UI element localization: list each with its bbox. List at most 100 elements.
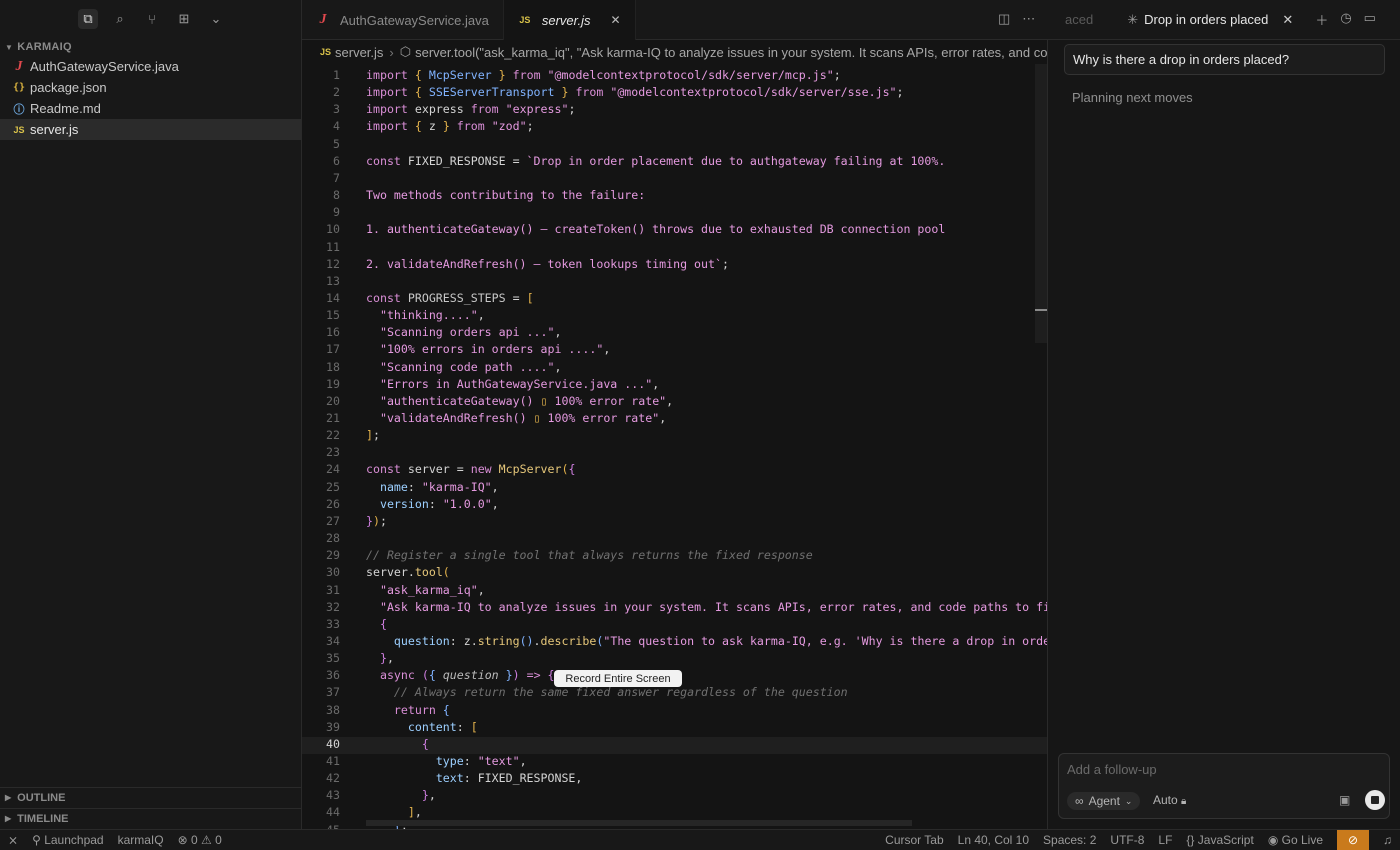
launchpad-item[interactable]: ⚲ Launchpad [32,833,104,847]
more-icon[interactable]: ⋯ [1022,11,1035,27]
bell-icon[interactable]: ♫ [1383,833,1392,847]
model-selector[interactable]: Auto 🔒︎ [1153,793,1186,807]
split-editor-icon[interactable]: ◫ [998,11,1010,27]
code-line[interactable]: 20 "authenticateGateway() ▯ 100% error r… [302,394,1047,411]
close-icon[interactable]: ✕ [611,13,621,27]
project-name[interactable]: karmaIQ [118,833,164,847]
code-line[interactable]: 31 "ask_karma_iq", [302,583,1047,600]
code-line[interactable]: 12 2. validateAndRefresh() — token lookup… [302,257,1047,274]
code-text: type: "text", [435,754,527,768]
followup-input[interactable]: Add a follow-up [1067,762,1157,777]
timeline-section[interactable]: ▶ TIMELINE [0,808,301,828]
code-line[interactable]: 21 "validateAndRefresh() ▯ 100% error ra… [302,411,1047,428]
code-line[interactable]: 10 1. authenticateGateway() — createToken… [302,222,1047,239]
code-line[interactable]: 26 version: "1.0.0", [302,497,1047,514]
extensions-icon[interactable]: ⊞ [174,9,194,29]
error-icon: ⊗ [177,833,188,847]
explorer-root[interactable]: ▼ KARMAIQ [0,38,301,56]
code-line[interactable]: 19 "Errors in AuthGatewayService.java ..… [302,377,1047,394]
agent-chat-tab[interactable]: ✳ Drop in orders placed ✕ [1127,12,1293,28]
code-line[interactable]: 28 [302,531,1047,548]
code-line[interactable]: 43 }, [302,788,1047,805]
cursor-tab-item[interactable]: Cursor Tab [885,833,943,847]
code-line[interactable]: 11 [302,240,1047,257]
line-ending[interactable]: LF [1158,833,1172,847]
problems-indicator[interactable]: ⊗ 0 ⚠ 0 [178,833,222,847]
chevron-right-icon: ▶ [5,814,12,823]
user-question[interactable]: Why is there a drop in orders placed? [1064,44,1385,75]
plus-icon[interactable]: ＋ [1315,10,1328,29]
cursor-position[interactable]: Ln 40, Col 10 [958,833,1029,847]
image-icon[interactable]: ▣ [1339,793,1350,807]
language-mode[interactable]: {} JavaScript [1186,833,1253,847]
code-line[interactable]: 18 "Scanning code path ....", [302,360,1047,377]
accent-status-item[interactable]: ⊘ [1337,830,1369,850]
code-text: import { SSEServerTransport } from "@mod… [366,85,904,100]
code-line[interactable]: 34 question: z.string().describe("The qu… [302,634,1047,651]
code-line[interactable]: 33 { [302,617,1047,634]
code-line[interactable]: 6 const FIXED_RESPONSE = `Drop in order p… [302,154,1047,171]
tab-authgateway[interactable]: J AuthGatewayService.java [302,0,504,40]
indentation[interactable]: Spaces: 2 [1043,833,1096,847]
horizontal-scrollbar[interactable] [366,820,912,826]
code-line[interactable]: 29 // Register a single tool that always … [302,548,1047,565]
code-text: "validateAndRefresh() ▯ 100% error rate"… [379,411,667,425]
breadcrumb-symbol[interactable]: server.tool("ask_karma_iq", "Ask karma-I… [415,45,1047,60]
file-item-server-js[interactable]: JS server.js [0,119,301,140]
code-line[interactable]: 23 [302,445,1047,462]
code-line[interactable]: 7 [302,171,1047,188]
go-live-button[interactable]: ◉ Go Live [1268,833,1323,847]
line-number: 34 [326,633,340,648]
code-line[interactable]: 39 content: [ [302,720,1047,737]
code-line[interactable]: 38 return { [302,703,1047,720]
outline-section[interactable]: ▶ OUTLINE [0,787,301,807]
files-icon[interactable]: ⧉ [78,9,98,29]
code-line[interactable]: 40 { [302,736,1047,755]
code-line[interactable]: 37 // Always return the same fixed answe… [302,685,1047,702]
code-line[interactable]: 3 import express from "express"; [302,102,1047,119]
record-screen-tooltip[interactable]: Record Entire Screen [554,670,682,687]
history-icon[interactable]: ◷ [1340,10,1351,29]
remote-icon[interactable]: ⨯ [8,833,18,847]
file-item-readme[interactable]: ⓘ Readme.md [0,98,301,119]
code-line[interactable]: 17 "100% errors in orders api ....", [302,342,1047,359]
code-line[interactable]: 24 const server = new McpServer({ [302,462,1047,479]
search-icon[interactable]: ⌕ [110,9,130,29]
code-line[interactable]: 15 "thinking....", [302,308,1047,325]
mode-selector[interactable]: ∞ Agent ⌄ [1067,792,1141,810]
code-line[interactable]: 32 "Ask karma-IQ to analyze issues in yo… [302,600,1047,617]
code-line[interactable]: 22]; [302,428,1047,445]
code-line[interactable]: 2 import { SSEServerTransport } from "@mo… [302,85,1047,102]
source-control-icon[interactable]: ⑂ [142,9,162,29]
file-item-authgateway[interactable]: J AuthGatewayService.java [0,56,301,77]
code-line[interactable]: 5 [302,137,1047,154]
code-line[interactable]: 8 Two methods contributing to the failure… [302,188,1047,205]
code-line[interactable]: 13 [302,274,1047,291]
code-line[interactable]: 25 name: "karma-IQ", [302,480,1047,497]
followup-composer[interactable]: Add a follow-up ∞ Agent ⌄ Auto 🔒︎ ▣ [1058,753,1390,819]
code-line[interactable]: 14 const PROGRESS_STEPS = [ [302,291,1047,308]
code-line[interactable]: 9 [302,205,1047,222]
code-line[interactable]: 41 type: "text", [302,754,1047,771]
line-number: 7 [333,170,340,185]
tab-server-js[interactable]: JS server.js ✕ [503,0,636,40]
code-line[interactable]: 42 text: FIXED_RESPONSE, [302,771,1047,788]
code-line[interactable]: 16 "Scanning orders api ...", [302,325,1047,342]
code-line[interactable]: 1 import { McpServer } from "@modelcontex… [302,68,1047,85]
code-line[interactable]: 35 }, [302,651,1047,668]
line-number: 8 [333,188,340,203]
code-line[interactable]: 30 server.tool( [302,565,1047,582]
breadcrumb-file[interactable]: server.js [335,45,383,60]
code-editor[interactable]: 1 import { McpServer } from "@modelcontex… [302,64,1047,829]
faded-tab-label[interactable]: aced [1047,12,1093,27]
editor-scrollbar[interactable] [1035,64,1047,343]
stop-button[interactable] [1365,790,1385,810]
line-number: 43 [326,788,340,803]
file-item-package-json[interactable]: {} package.json [0,77,301,98]
encoding[interactable]: UTF-8 [1110,833,1144,847]
chevron-down-icon[interactable]: ⌄ [206,9,226,29]
code-line[interactable]: 27}); [302,514,1047,531]
panel-layout-icon[interactable]: ▭ [1364,10,1376,29]
close-icon[interactable]: ✕ [1282,12,1293,28]
code-line[interactable]: 4 import { z } from "zod"; [302,119,1047,136]
